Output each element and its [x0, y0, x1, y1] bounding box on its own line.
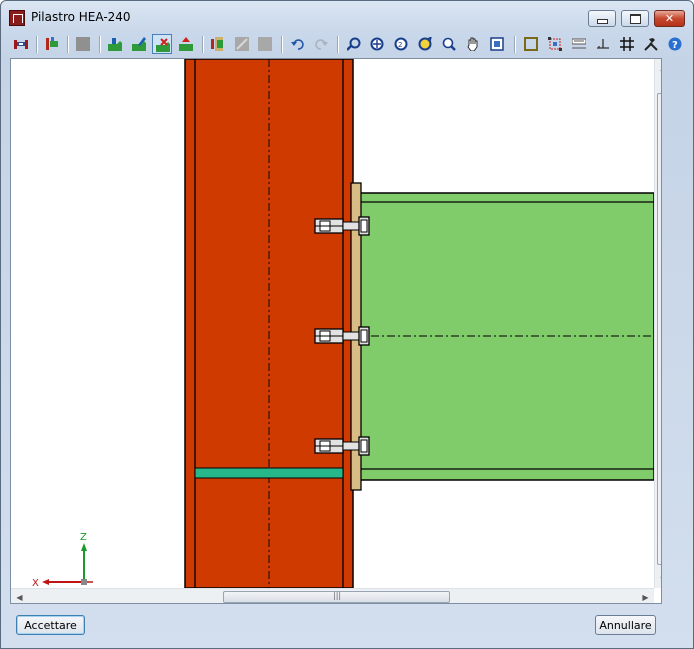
dimensions-button[interactable]: [569, 34, 589, 54]
open-connection-button[interactable]: [11, 34, 31, 54]
axis-x-label: X: [32, 578, 39, 588]
scroll-left-icon[interactable]: ◀: [11, 589, 28, 603]
zoom-2x-icon: 2: [394, 37, 408, 51]
maximize-button[interactable]: [621, 10, 649, 27]
gray-box-icon: [76, 37, 90, 51]
scroll-right-icon[interactable]: ▶: [637, 589, 654, 603]
rotate-view-button[interactable]: [344, 34, 364, 54]
add-stiffener-button[interactable]: [105, 34, 125, 54]
disabled-tool-2[interactable]: [255, 34, 275, 54]
dimensions-icon: [572, 38, 586, 49]
edit-plate-icon: [46, 37, 58, 50]
edit-stiffener-button[interactable]: [129, 34, 149, 54]
redo-icon: [315, 39, 328, 50]
zoom-previous-button[interactable]: [415, 34, 435, 54]
zoom-all-button[interactable]: [367, 34, 387, 54]
zoom-window-icon: [442, 37, 456, 51]
bolt-bottom[interactable]: [314, 436, 370, 456]
zoom-extents-icon: [490, 37, 504, 51]
toolbar: 2 ?: [9, 31, 687, 57]
window-title: Pilastro HEA-240: [31, 10, 131, 24]
stiffener-plate[interactable]: [194, 467, 344, 479]
help-icon: ?: [668, 37, 682, 51]
delete-stiffener-button[interactable]: [152, 34, 172, 54]
horizontal-grip-icon: |||: [333, 591, 342, 600]
cancel-button[interactable]: Annullare: [595, 615, 656, 635]
ground-button[interactable]: [593, 34, 613, 54]
bolt-top[interactable]: [314, 216, 370, 236]
layers-icon: [211, 37, 223, 51]
pan-button[interactable]: [463, 34, 483, 54]
undo-icon: [291, 39, 304, 50]
move-stiffener-button[interactable]: [176, 34, 196, 54]
frame-button[interactable]: [521, 34, 541, 54]
grid-icon: [620, 37, 634, 51]
disabled-icon-1: [235, 37, 249, 51]
close-button[interactable]: ✕: [654, 10, 685, 27]
accept-button[interactable]: Accettare: [16, 615, 85, 635]
disabled-tool-1[interactable]: [232, 34, 252, 54]
app-icon: [9, 10, 25, 26]
pan-icon: [467, 37, 478, 51]
connection-drawing[interactable]: Z X: [11, 59, 654, 588]
vertical-scrollbar[interactable]: ▲ ≡ ▼: [654, 59, 661, 588]
svg-text:?: ?: [672, 40, 678, 51]
help-button[interactable]: ?: [665, 34, 685, 54]
edit-stiffener-icon: [132, 37, 146, 51]
scroll-down-icon[interactable]: ▼: [655, 571, 661, 588]
redo-button[interactable]: [311, 34, 331, 54]
zoom-extents-button[interactable]: [487, 34, 507, 54]
beam-section[interactable]: [359, 192, 654, 481]
rotate-view-icon: [347, 37, 361, 51]
gray-box-button[interactable]: [73, 34, 93, 54]
tools-button[interactable]: [641, 34, 661, 54]
svg-text:2: 2: [398, 41, 402, 49]
tools-icon: [644, 38, 658, 51]
close-icon: ✕: [664, 12, 675, 25]
minimize-icon: [596, 19, 608, 24]
open-connection-icon: [14, 40, 28, 49]
disabled-icon-2: [258, 37, 272, 51]
axes-gizmo: Z X: [32, 532, 93, 588]
edit-plate-button[interactable]: [42, 34, 62, 54]
frame-icon: [524, 37, 538, 51]
delete-stiffener-icon: [156, 38, 170, 52]
application-window: Pilastro HEA-240 ✕ 2 ? Z X ◀ ||| ▶ Accet…: [0, 0, 694, 649]
vertical-grip-icon: ≡: [660, 323, 661, 332]
drawing-canvas[interactable]: Z X ▲ ≡ ▼ ◀ ||| ▶: [10, 58, 662, 604]
snap-button[interactable]: [545, 34, 565, 54]
horizontal-scrollbar[interactable]: ◀ ||| ▶: [11, 588, 654, 603]
add-stiffener-icon: [108, 38, 122, 51]
maximize-icon: [629, 13, 641, 24]
zoom-previous-icon: [418, 37, 432, 51]
layers-button[interactable]: [208, 34, 228, 54]
grid-button[interactable]: [617, 34, 637, 54]
scroll-up-icon[interactable]: ▲: [655, 59, 661, 76]
zoom-window-button[interactable]: [439, 34, 459, 54]
minimize-button[interactable]: [588, 10, 616, 27]
title-bar: Pilastro HEA-240 ✕: [1, 1, 693, 31]
bolt-middle[interactable]: [314, 326, 370, 346]
zoom-2x-button[interactable]: 2: [391, 34, 411, 54]
axis-z-label: Z: [80, 532, 87, 543]
zoom-all-icon: [370, 37, 384, 51]
ground-icon: [597, 39, 609, 49]
undo-button[interactable]: [288, 34, 308, 54]
move-stiffener-icon: [179, 37, 193, 51]
snap-icon: [548, 37, 562, 51]
